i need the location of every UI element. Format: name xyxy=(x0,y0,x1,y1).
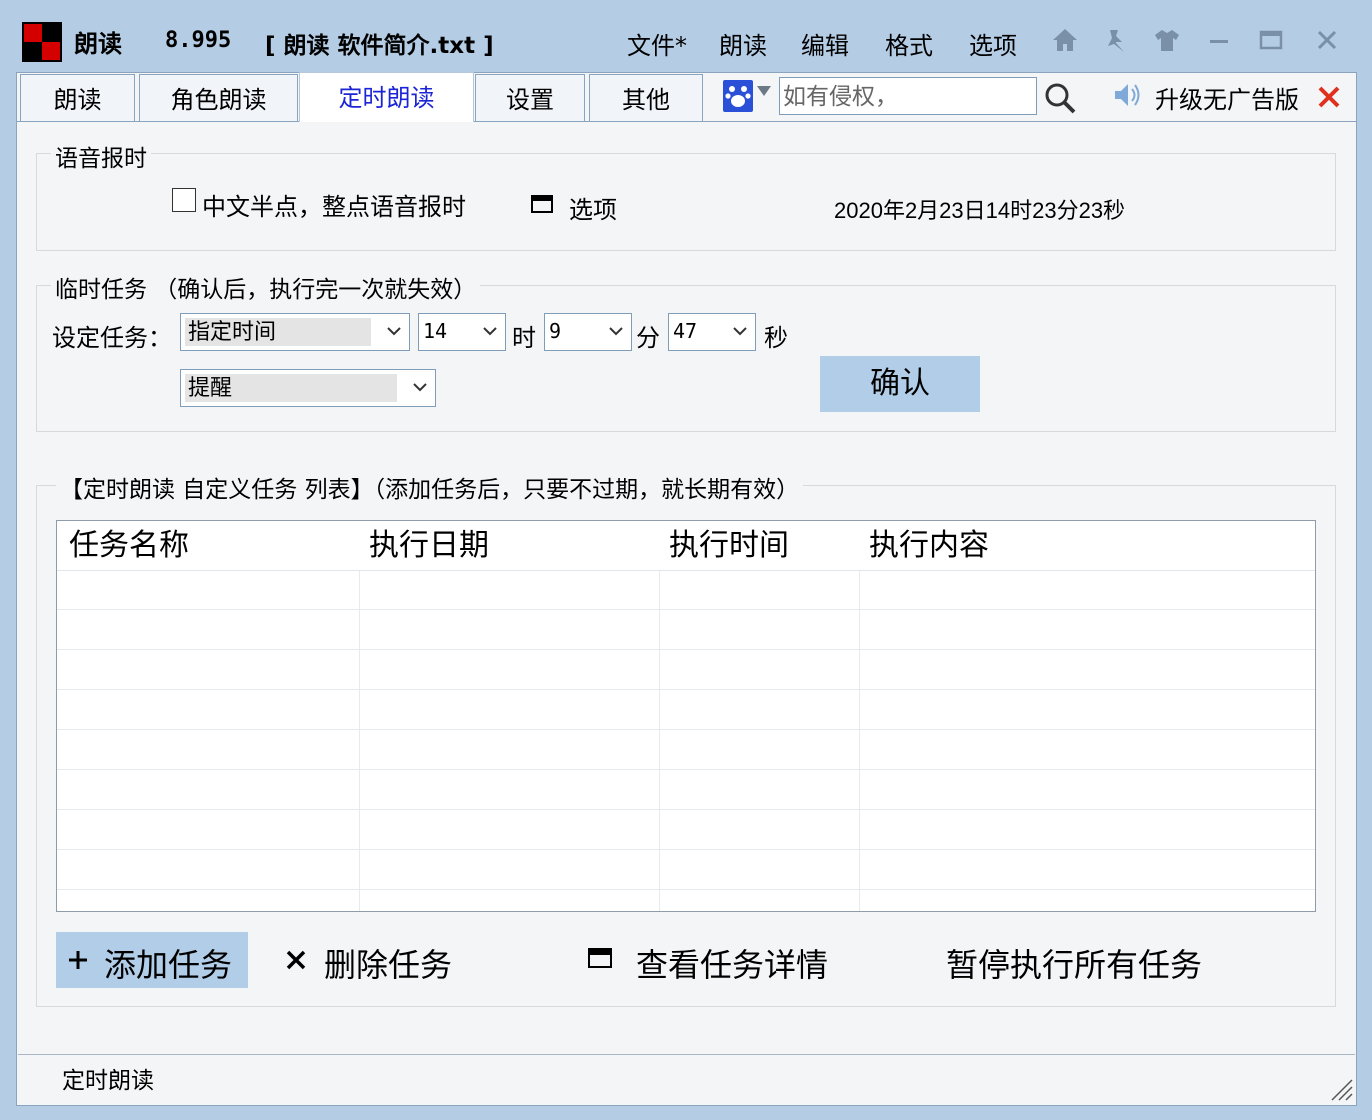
column-header-exec-content[interactable]: 执行内容 xyxy=(857,521,1315,571)
column-divider xyxy=(859,571,860,911)
plus-icon xyxy=(69,951,87,969)
minute-value: 9 xyxy=(549,319,562,343)
minute-select[interactable]: 9 xyxy=(544,313,632,351)
second-select[interactable]: 47 xyxy=(668,313,756,351)
column-divider xyxy=(359,571,360,911)
status-bar: 定时朗读 xyxy=(18,1054,1355,1104)
home-icon[interactable] xyxy=(1049,26,1081,58)
chevron-down-icon xyxy=(733,327,747,336)
app-logo-icon xyxy=(22,22,62,62)
tab-read[interactable]: 朗读 xyxy=(20,74,135,122)
hour-value: 14 xyxy=(423,319,448,343)
pause-all-tasks-button[interactable]: 暂停执行所有任务 xyxy=(946,940,1202,986)
minute-unit: 分 xyxy=(636,324,660,352)
minimize-icon[interactable] xyxy=(1203,26,1235,58)
menu-options[interactable]: 选项 xyxy=(969,26,1017,61)
row-divider xyxy=(57,689,1315,690)
hour-select[interactable]: 14 xyxy=(418,313,506,351)
document-title: [ 朗读 软件简介.txt ] xyxy=(265,33,494,59)
add-task-button[interactable]: 添加任务 xyxy=(56,932,248,988)
window-options-icon[interactable] xyxy=(531,195,553,213)
task-table[interactable]: 任务名称 执行日期 执行时间 执行内容 xyxy=(56,520,1316,912)
app-name: 朗读 xyxy=(74,30,122,58)
header-divider xyxy=(57,570,1315,571)
column-header-exec-time[interactable]: 执行时间 xyxy=(657,521,859,571)
search-icon[interactable] xyxy=(1042,80,1078,116)
confirm-button[interactable]: 确认 xyxy=(820,356,980,412)
task-list-group-label: 【定时朗读 自定义任务 列表】（添加任务后，只要不过期，就长期有效） xyxy=(56,470,804,504)
resize-grip-icon[interactable] xyxy=(1326,1074,1354,1102)
pin-icon[interactable] xyxy=(1100,26,1132,58)
chevron-down-icon xyxy=(609,327,623,336)
row-divider xyxy=(57,769,1315,770)
search-input[interactable]: 如有侵权， xyxy=(779,77,1037,115)
tab-role-read[interactable]: 角色朗读 xyxy=(139,74,298,122)
menu-edit[interactable]: 编辑 xyxy=(801,26,849,61)
speaker-icon[interactable] xyxy=(1112,80,1142,110)
row-divider xyxy=(57,729,1315,730)
close-window-icon[interactable] xyxy=(1311,26,1343,58)
delete-x-icon[interactable] xyxy=(282,946,310,974)
menu-format[interactable]: 格式 xyxy=(885,26,933,61)
app-version: 8.995 xyxy=(165,28,232,53)
chevron-down-icon xyxy=(483,327,497,336)
column-header-task-name[interactable]: 任务名称 xyxy=(57,521,359,571)
view-task-details-button[interactable]: 查看任务详情 xyxy=(636,940,828,986)
tab-timed-read[interactable]: 定时朗读 xyxy=(299,72,474,122)
row-divider xyxy=(57,809,1315,810)
task-action-select[interactable]: 提醒 xyxy=(180,369,436,407)
column-divider xyxy=(659,571,660,911)
close-ad-icon[interactable] xyxy=(1316,84,1342,110)
half-hour-voice-label[interactable]: 中文半点，整点语音报时 xyxy=(202,187,466,222)
row-divider xyxy=(57,889,1315,890)
column-header-exec-date[interactable]: 执行日期 xyxy=(357,521,659,571)
temp-task-group-label: 临时任务 （确认后，执行完一次就失效） xyxy=(51,270,481,304)
task-mode-value: 指定时间 xyxy=(185,318,371,346)
title-bar: 朗读 8.995 [ 朗读 软件简介.txt ] 文件* 朗读 编辑 格式 选项 xyxy=(0,0,1372,74)
upgrade-no-ads-link[interactable]: 升级无广告版 xyxy=(1155,80,1299,115)
tab-settings[interactable]: 设置 xyxy=(475,74,585,122)
add-task-label: 添加任务 xyxy=(104,946,233,984)
search-engine-dropdown-icon[interactable] xyxy=(757,86,771,96)
hour-unit: 时 xyxy=(512,324,536,352)
half-hour-voice-checkbox[interactable] xyxy=(172,188,196,212)
window-details-icon[interactable] xyxy=(588,948,614,970)
tab-other[interactable]: 其他 xyxy=(589,74,703,122)
voice-time-group-label: 语音报时 xyxy=(51,139,151,173)
task-action-value: 提醒 xyxy=(185,374,397,402)
menu-file[interactable]: 文件* xyxy=(627,26,687,61)
chevron-down-icon xyxy=(387,327,401,336)
second-unit: 秒 xyxy=(764,324,788,352)
baidu-paw-icon[interactable] xyxy=(723,80,753,112)
delete-task-button[interactable]: 删除任务 xyxy=(324,940,452,986)
temp-task-group xyxy=(36,285,1336,432)
menu-read[interactable]: 朗读 xyxy=(719,26,767,61)
set-task-label: 设定任务： xyxy=(52,324,172,352)
task-mode-select[interactable]: 指定时间 xyxy=(180,313,410,351)
row-divider xyxy=(57,649,1315,650)
status-text: 定时朗读 xyxy=(62,1068,154,1094)
maximize-icon[interactable] xyxy=(1255,26,1287,58)
row-divider xyxy=(57,609,1315,610)
current-datetime: 2020年2月23日14时23分23秒 xyxy=(834,198,1126,223)
skin-shirt-icon[interactable] xyxy=(1151,26,1183,58)
voice-options-button[interactable]: 选项 xyxy=(569,190,617,225)
row-divider xyxy=(57,849,1315,850)
second-value: 47 xyxy=(673,319,698,343)
chevron-down-icon xyxy=(413,383,427,392)
